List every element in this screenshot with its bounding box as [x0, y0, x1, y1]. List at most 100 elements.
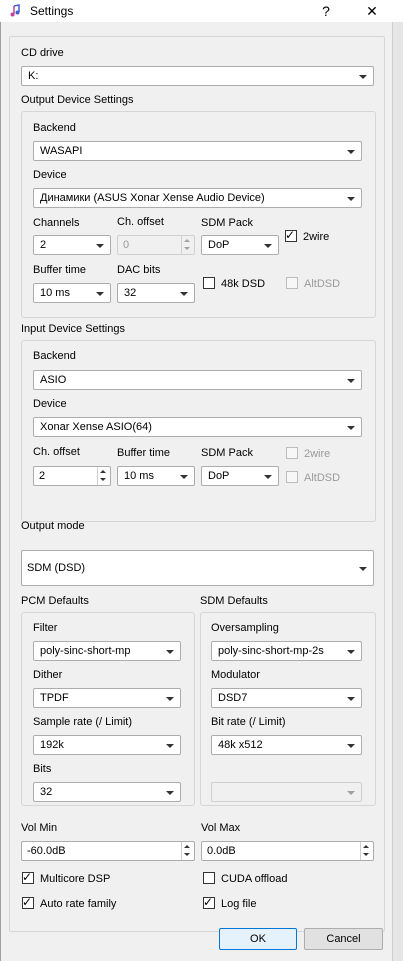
input-buffer-time-select[interactable]: 10 ms [117, 466, 195, 486]
close-button[interactable]: ✕ [354, 0, 390, 22]
dither-select[interactable]: TPDF [33, 688, 181, 708]
auto-rate-family-checkbox[interactable]: ✓ [22, 895, 34, 909]
oversampling-select[interactable]: poly-sinc-short-mp-2s [211, 641, 362, 661]
bit-rate-select[interactable]: 48k x512 [211, 735, 362, 755]
spinner-buttons[interactable] [360, 842, 373, 860]
help-button[interactable]: ? [308, 0, 344, 22]
sdm-defaults-heading: SDM Defaults [200, 595, 268, 607]
channels-value: 2 [40, 239, 47, 251]
48k-dsd-checkbox[interactable] [203, 277, 215, 289]
chevron-down-icon [166, 791, 174, 795]
output-ch-offset-spinner[interactable]: 0 [117, 235, 195, 255]
output-mode-select[interactable]: SDM (DSD) [21, 550, 374, 586]
cd-drive-select[interactable]: K: [21, 66, 374, 86]
input-sdm-pack-select[interactable]: DoP [201, 466, 279, 486]
input-altdsd-label: AltDSD [304, 472, 341, 484]
input-settings-heading: Input Device Settings [21, 323, 125, 335]
bit-rate-value: 48k x512 [218, 739, 263, 751]
log-file-checkbox[interactable]: ✓ [203, 895, 215, 909]
chevron-down-icon [166, 650, 174, 654]
input-device-label: Device [33, 398, 67, 410]
input-ch-offset-spinner[interactable]: 2 [33, 466, 111, 486]
input-2wire-checkbox[interactable] [286, 447, 298, 459]
input-ch-offset-label: Ch. offset [33, 446, 80, 458]
modulator-label: Modulator [211, 669, 260, 681]
chevron-down-icon [347, 150, 355, 154]
cancel-button[interactable]: Cancel [304, 928, 383, 950]
output-sdm-pack-label: SDM Pack [201, 217, 253, 229]
filter-value: poly-sinc-short-mp [40, 645, 131, 657]
dac-bits-select[interactable]: 32 [117, 283, 195, 303]
background-window-edge [392, 22, 403, 961]
input-backend-select[interactable]: ASIO [33, 370, 362, 390]
output-device-value: Динамики (ASUS Xonar Xense Audio Device) [40, 192, 265, 204]
arrow-down-icon [184, 247, 190, 250]
input-device-select[interactable]: Xonar Xense ASIO(64) [33, 417, 362, 437]
channels-select[interactable]: 2 [33, 235, 111, 255]
output-ch-offset-value: 0 [123, 239, 130, 251]
output-altdsd-checkbox[interactable] [286, 277, 298, 289]
output-mode-label: Output mode [21, 520, 85, 532]
multicore-dsp-checkbox[interactable]: ✓ [22, 870, 34, 884]
output-backend-select[interactable]: WASAPI [33, 141, 362, 161]
arrow-up-icon [184, 845, 190, 848]
vol-max-spinner[interactable]: 0.0dB [201, 841, 374, 861]
chevron-down-icon [347, 744, 355, 748]
arrow-up-icon [363, 845, 369, 848]
input-altdsd-checkbox[interactable] [286, 471, 298, 483]
bits-select[interactable]: 32 [33, 782, 181, 802]
window-title: Settings [30, 4, 74, 18]
output-sdm-pack-select[interactable]: DoP [201, 235, 279, 255]
chevron-down-icon [359, 75, 367, 79]
oversampling-label: Oversampling [211, 622, 279, 634]
check-icon: ✓ [285, 228, 296, 242]
chevron-down-icon [180, 475, 188, 479]
input-backend-value: ASIO [40, 374, 67, 386]
modulator-select[interactable]: DSD7 [211, 688, 362, 708]
vol-min-label: Vol Min [21, 822, 58, 834]
arrow-up-icon [184, 239, 190, 242]
dither-label: Dither [33, 669, 63, 681]
output-buffer-time-select[interactable]: 10 ms [33, 283, 111, 303]
sdm-extra-select[interactable] [211, 782, 362, 802]
input-buffer-time-value: 10 ms [124, 470, 154, 482]
input-buffer-time-label: Buffer time [117, 447, 170, 459]
chevron-down-icon [96, 244, 104, 248]
cd-drive-label: CD drive [21, 47, 64, 59]
output-backend-label: Backend [33, 122, 76, 134]
output-sdm-pack-value: DoP [208, 239, 230, 251]
pcm-defaults-heading: PCM Defaults [21, 595, 89, 607]
spinner-buttons[interactable] [181, 842, 194, 860]
output-2wire-checkbox[interactable]: ✓ [285, 228, 297, 242]
dac-bits-label: DAC bits [117, 264, 161, 276]
chevron-down-icon [166, 697, 174, 701]
dither-value: TPDF [40, 692, 69, 704]
spinner-buttons[interactable] [181, 236, 194, 254]
48k-dsd-label: 48k DSD [221, 278, 266, 290]
chevron-down-icon [359, 567, 367, 571]
output-mode-value: SDM (DSD) [27, 562, 86, 574]
output-settings-heading: Output Device Settings [21, 94, 134, 106]
input-device-value: Xonar Xense ASIO(64) [40, 421, 152, 433]
chevron-down-icon [264, 244, 272, 248]
chevron-down-icon [347, 426, 355, 430]
output-buffer-time-value: 10 ms [40, 287, 70, 299]
cd-drive-value: K: [28, 70, 39, 82]
spinner-buttons[interactable] [97, 467, 110, 485]
check-icon: ✓ [203, 895, 214, 909]
output-backend-value: WASAPI [40, 145, 83, 157]
output-device-select[interactable]: Динамики (ASUS Xonar Xense Audio Device) [33, 188, 362, 208]
bit-rate-label: Bit rate (/ Limit) [211, 716, 286, 728]
chevron-down-icon [347, 650, 355, 654]
filter-select[interactable]: poly-sinc-short-mp [33, 641, 181, 661]
dac-bits-value: 32 [124, 287, 137, 299]
chevron-down-icon [347, 697, 355, 701]
ok-button[interactable]: OK [219, 928, 297, 950]
vol-min-spinner[interactable]: -60.0dB [21, 841, 195, 861]
output-ch-offset-label: Ch. offset [117, 216, 164, 228]
sample-rate-select[interactable]: 192k [33, 735, 181, 755]
chevron-down-icon [180, 292, 188, 296]
cuda-offload-checkbox[interactable] [203, 872, 215, 884]
bits-label: Bits [33, 763, 52, 775]
chevron-down-icon [264, 475, 272, 479]
